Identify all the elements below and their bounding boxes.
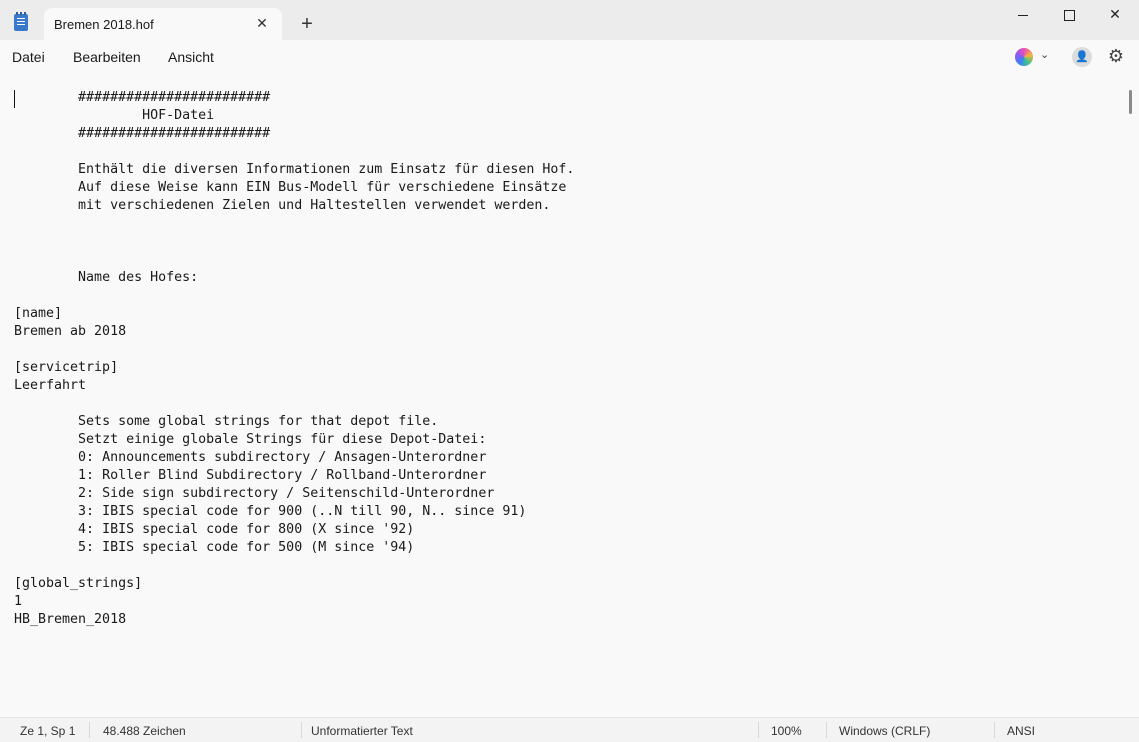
title-bar: Bremen 2018.hof ✕ + ✕ — [0, 0, 1139, 40]
tab-bremen-2018[interactable]: Bremen 2018.hof ✕ — [44, 8, 282, 40]
chevron-down-icon[interactable]: ⌄ — [1040, 48, 1049, 61]
copilot-icon[interactable] — [1015, 48, 1033, 66]
text-format: Unformatierter Text — [311, 724, 413, 738]
close-tab-icon[interactable]: ✕ — [252, 13, 272, 33]
encoding[interactable]: ANSI — [1007, 724, 1035, 738]
maximize-button[interactable] — [1046, 0, 1092, 28]
minimize-icon — [1018, 14, 1028, 16]
editor-content[interactable]: ######################## HOF-Datei #####… — [14, 89, 574, 714]
menu-view[interactable]: Ansicht — [168, 49, 214, 65]
gear-icon[interactable]: ⚙ — [1106, 45, 1126, 67]
new-tab-button[interactable]: + — [296, 13, 318, 35]
cursor-position: Ze 1, Sp 1 — [20, 724, 76, 738]
menu-bar: Datei Bearbeiten Ansicht ⌄ 👤 ⚙ — [0, 40, 1139, 74]
tab-title: Bremen 2018.hof — [54, 17, 154, 32]
account-icon[interactable]: 👤 — [1072, 47, 1092, 67]
status-divider — [826, 722, 827, 738]
status-divider — [758, 722, 759, 738]
vertical-scrollbar[interactable] — [1129, 90, 1132, 114]
minimize-button[interactable] — [1000, 0, 1046, 28]
status-divider — [994, 722, 995, 738]
status-divider — [301, 722, 302, 738]
line-ending[interactable]: Windows (CRLF) — [839, 724, 930, 738]
text-editor[interactable]: ######################## HOF-Datei #####… — [0, 82, 1127, 714]
maximize-icon — [1063, 9, 1075, 21]
notepad-icon — [14, 12, 28, 31]
status-bar: Ze 1, Sp 1 48.488 Zeichen Unformatierter… — [0, 717, 1139, 742]
zoom-level[interactable]: 100% — [771, 724, 802, 738]
close-window-button[interactable]: ✕ — [1092, 0, 1138, 28]
menu-edit[interactable]: Bearbeiten — [73, 49, 141, 65]
status-divider — [89, 722, 90, 738]
menu-file[interactable]: Datei — [12, 49, 45, 65]
character-count: 48.488 Zeichen — [103, 724, 186, 738]
